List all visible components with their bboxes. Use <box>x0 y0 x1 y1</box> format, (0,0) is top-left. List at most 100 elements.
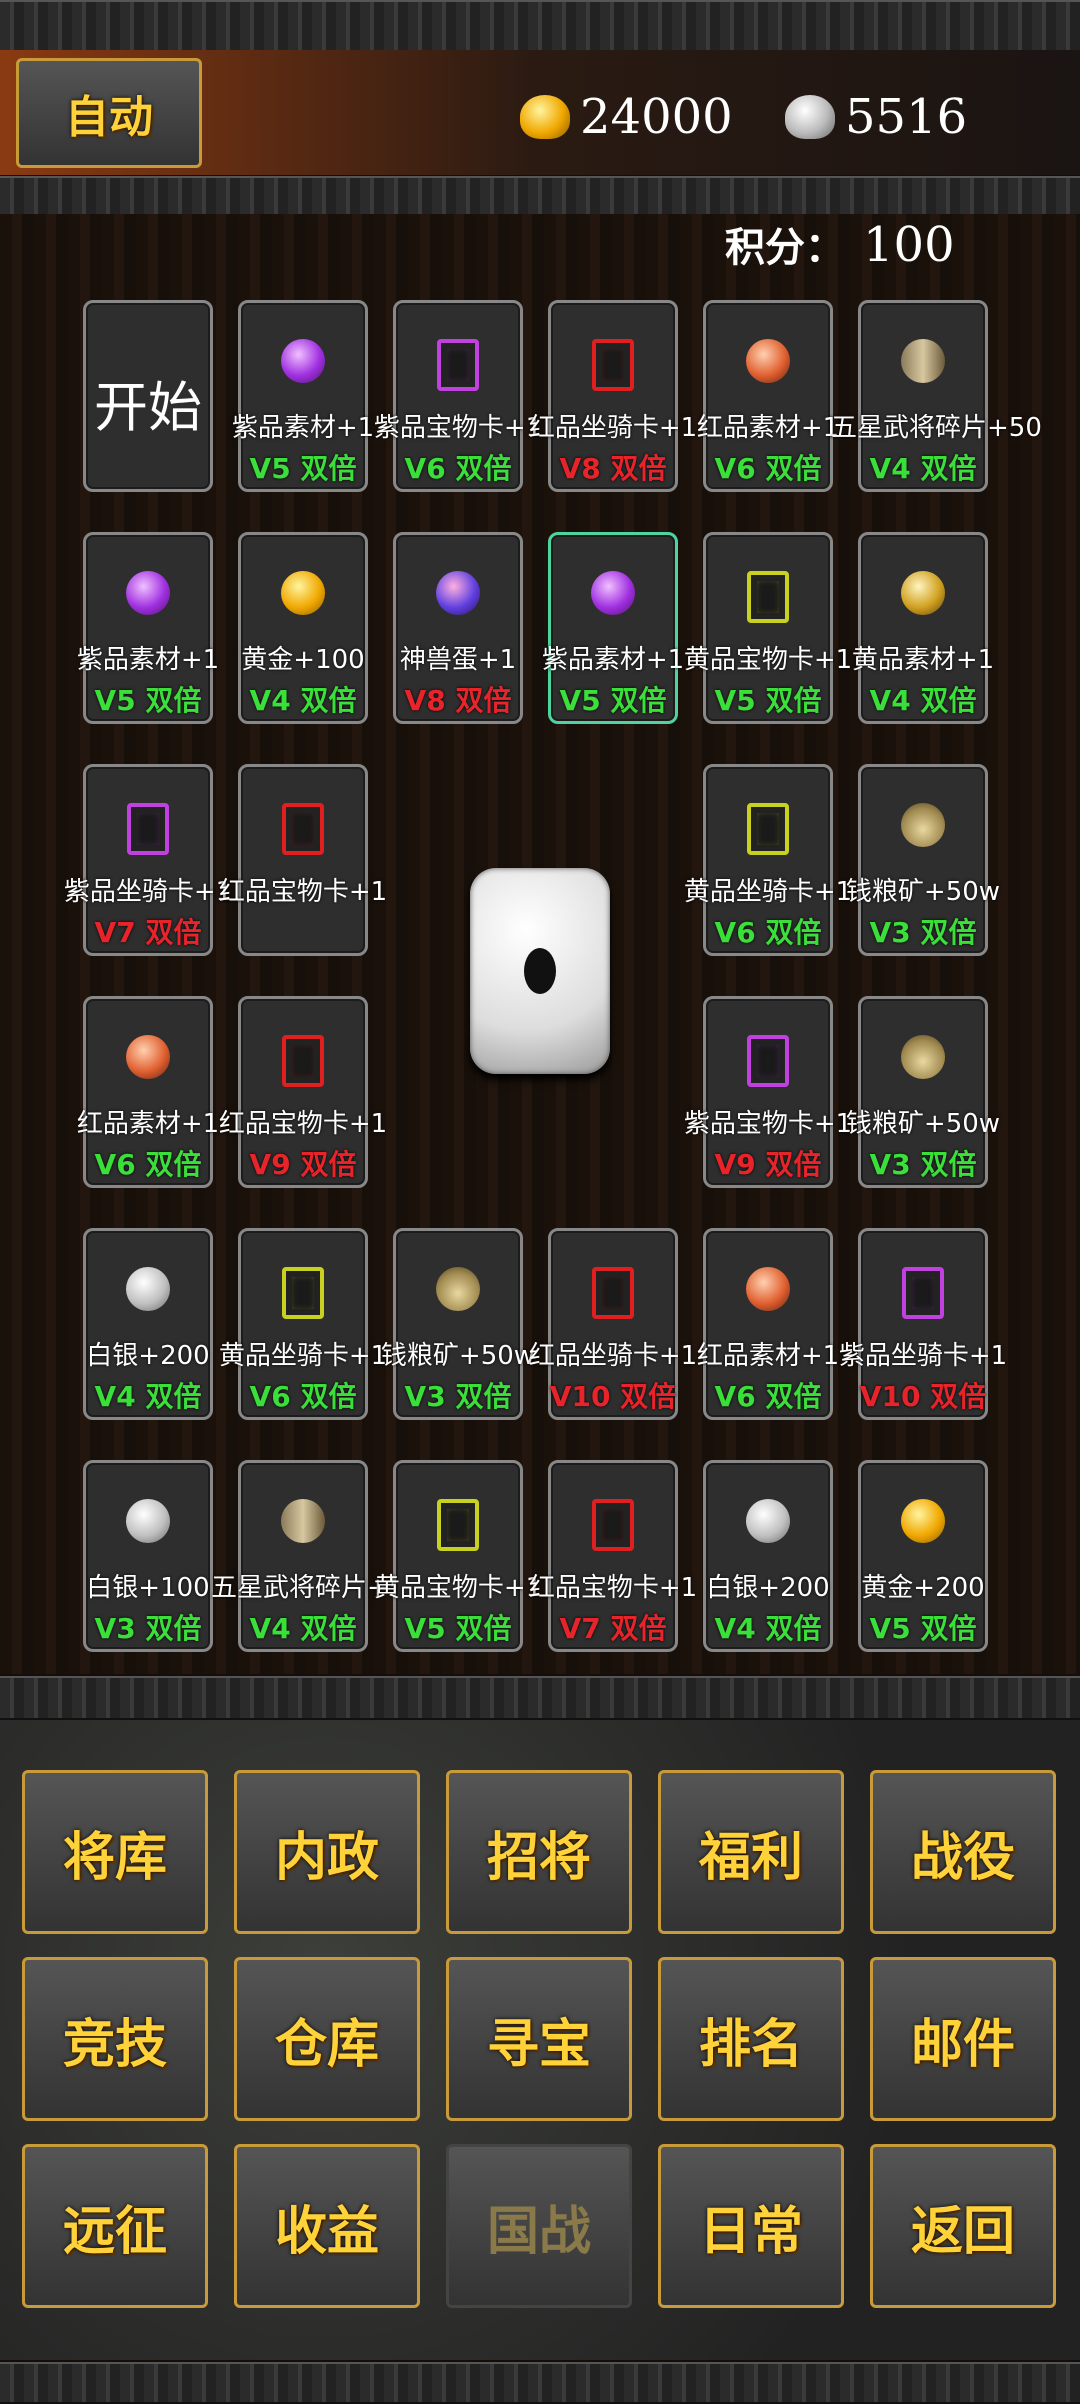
reward-tile[interactable]: 五星武将碎片+50 V4 双倍 <box>831 300 1042 492</box>
bottom-border <box>0 2362 1080 2404</box>
vip-bonus: V4 双倍 <box>714 1612 822 1645</box>
menu-arena-button[interactable]: 竞技 <box>22 1957 208 2121</box>
red-mount-card-icon <box>592 1267 634 1319</box>
menu-ranking-button[interactable]: 排名 <box>658 1957 844 2121</box>
silver-ingot-icon <box>746 1499 790 1543</box>
top-border <box>0 0 1080 52</box>
purple-treasure-card-icon <box>437 339 479 391</box>
reward-tile[interactable]: 钱粮矿+50w V3 双倍 <box>846 996 1000 1188</box>
vip-bonus: V5 双倍 <box>249 452 357 485</box>
reward-tile[interactable]: 红品宝物卡+1 V7 双倍 <box>529 1460 697 1652</box>
reward-tile[interactable]: 白银+200 V4 双倍 <box>83 1228 213 1420</box>
reward-tile[interactable]: 白银+200 V4 双倍 <box>703 1460 833 1652</box>
reward-tile[interactable]: 黄品坐骑卡+1 V6 双倍 <box>219 1228 387 1420</box>
grain-money-icon <box>901 803 945 847</box>
menu-domestic-button[interactable]: 内政 <box>234 1770 420 1934</box>
yellow-treasure-card-icon <box>437 1499 479 1551</box>
reward-name: 黄品素材+1 <box>851 645 995 675</box>
reward-tile[interactable]: 黄金+100 V4 双倍 <box>238 532 368 724</box>
general-fragment-icon <box>281 1499 325 1543</box>
reward-tile[interactable]: 红品素材+1 V6 双倍 <box>77 996 219 1188</box>
reward-tile[interactable]: 红品坐骑卡+1 V10 双倍 <box>529 1228 697 1420</box>
vip-bonus: V8 双倍 <box>404 684 512 717</box>
vip-bonus: V6 双倍 <box>714 1380 822 1413</box>
gold-resource: 24000 <box>520 82 733 152</box>
vip-bonus: V3 双倍 <box>404 1380 512 1413</box>
reward-name: 红品宝物卡+1 <box>218 877 388 907</box>
dice-pip <box>524 948 556 994</box>
reward-tile[interactable]: 红品宝物卡+1 <box>219 764 387 956</box>
vip-bonus: V5 双倍 <box>404 1612 512 1645</box>
menu-income-button[interactable]: 收益 <box>234 2144 420 2308</box>
menu-welfare-button[interactable]: 福利 <box>658 1770 844 1934</box>
reward-name: 红品宝物卡+1 <box>218 1109 388 1139</box>
start-label: 开始 <box>94 376 202 439</box>
vip-bonus: V6 双倍 <box>94 1148 202 1181</box>
purple-mount-card-icon <box>902 1267 944 1319</box>
yellow-mount-card-icon <box>282 1267 324 1319</box>
menu-daily-button[interactable]: 日常 <box>658 2144 844 2308</box>
start-tile[interactable]: 开始 <box>83 300 213 492</box>
reward-name: 五星武将碎片+50 <box>831 413 1042 443</box>
beast-egg-icon <box>436 571 480 615</box>
reward-tile[interactable]: 紫品素材+1 V5 双倍 <box>77 532 219 724</box>
menu-treasure-hunt-button[interactable]: 寻宝 <box>446 1957 632 2121</box>
gold-ingot-icon <box>520 95 570 139</box>
menu-campaign-button[interactable]: 战役 <box>870 1770 1056 1934</box>
vip-bonus: V7 双倍 <box>94 916 202 949</box>
red-material-icon <box>746 1267 790 1311</box>
reward-tile[interactable]: 钱粮矿+50w V3 双倍 <box>846 764 1000 956</box>
menu-generals-button[interactable]: 将库 <box>22 1770 208 1934</box>
vip-bonus: V5 双倍 <box>559 684 667 717</box>
yellow-treasure-card-icon <box>747 571 789 623</box>
vip-bonus: V6 双倍 <box>714 916 822 949</box>
reward-tile[interactable]: 神兽蛋+1 V8 双倍 <box>393 532 523 724</box>
menu-expedition-button[interactable]: 远征 <box>22 2144 208 2308</box>
vip-bonus: V9 双倍 <box>714 1148 822 1181</box>
reward-name: 钱粮矿+50w <box>845 1109 1001 1139</box>
reward-tile[interactable]: 红品素材+1 V6 双倍 <box>697 1228 839 1420</box>
reward-name: 钱粮矿+50w <box>845 877 1001 907</box>
reward-tile[interactable]: 紫品坐骑卡+1 V10 双倍 <box>839 1228 1007 1420</box>
purple-material-icon <box>126 571 170 615</box>
reward-tile[interactable]: 黄品坐骑卡+1 V6 双倍 <box>684 764 852 956</box>
vip-bonus: V3 双倍 <box>94 1612 202 1645</box>
silver-ingot-icon <box>126 1267 170 1311</box>
vip-bonus: V6 双倍 <box>714 452 822 485</box>
menu-nation-war-button[interactable]: 国战 <box>446 2144 632 2308</box>
reward-tile[interactable]: 黄品宝物卡+1 V5 双倍 <box>684 532 852 724</box>
menu-border <box>0 1676 1080 1720</box>
reward-tile[interactable]: 红品坐骑卡+1 V8 双倍 <box>529 300 697 492</box>
reward-tile[interactable]: 紫品宝物卡+1 V9 双倍 <box>684 996 852 1188</box>
vip-bonus: V4 双倍 <box>94 1380 202 1413</box>
menu-recruit-button[interactable]: 招将 <box>446 1770 632 1934</box>
reward-tile[interactable]: 钱粮矿+50w V3 双倍 <box>381 1228 535 1420</box>
reward-tile[interactable]: 五星武将碎片+50 V4 双倍 <box>211 1460 422 1652</box>
reward-tile[interactable]: 紫品素材+1 V5 双倍 <box>542 532 684 724</box>
vip-bonus: V8 双倍 <box>559 452 667 485</box>
vip-bonus: V9 双倍 <box>249 1148 357 1181</box>
vip-bonus: V4 双倍 <box>869 684 977 717</box>
purple-material-icon <box>591 571 635 615</box>
dice[interactable] <box>470 868 610 1074</box>
menu-mail-button[interactable]: 邮件 <box>870 1957 1056 2121</box>
auto-button[interactable]: 自动 <box>16 58 202 168</box>
reward-name: 黄金+200 <box>861 1573 985 1603</box>
purple-mount-card-icon <box>127 803 169 855</box>
gold-amount: 24000 <box>580 89 733 145</box>
reward-tile[interactable]: 红品素材+1 V6 双倍 <box>697 300 839 492</box>
reward-tile[interactable]: 紫品素材+1 V5 双倍 <box>232 300 374 492</box>
grain-money-icon <box>901 1035 945 1079</box>
menu-warehouse-button[interactable]: 仓库 <box>234 1957 420 2121</box>
silver-amount: 5516 <box>845 89 968 145</box>
silver-resource: 5516 <box>785 82 967 152</box>
reward-tile[interactable]: 红品宝物卡+1 V9 双倍 <box>219 996 387 1188</box>
red-mount-card-icon <box>592 339 634 391</box>
reward-tile[interactable]: 黄品宝物卡+1 V5 双倍 <box>374 1460 542 1652</box>
menu-back-button[interactable]: 返回 <box>870 2144 1056 2308</box>
reward-tile[interactable]: 白银+100 V3 双倍 <box>83 1460 213 1652</box>
reward-tile[interactable]: 黄金+200 V5 双倍 <box>858 1460 988 1652</box>
reward-tile[interactable]: 黄品素材+1 V4 双倍 <box>852 532 994 724</box>
reward-tile[interactable]: 紫品坐骑卡+1 V7 双倍 <box>64 764 232 956</box>
reward-tile[interactable]: 紫品宝物卡+1 V6 双倍 <box>374 300 542 492</box>
